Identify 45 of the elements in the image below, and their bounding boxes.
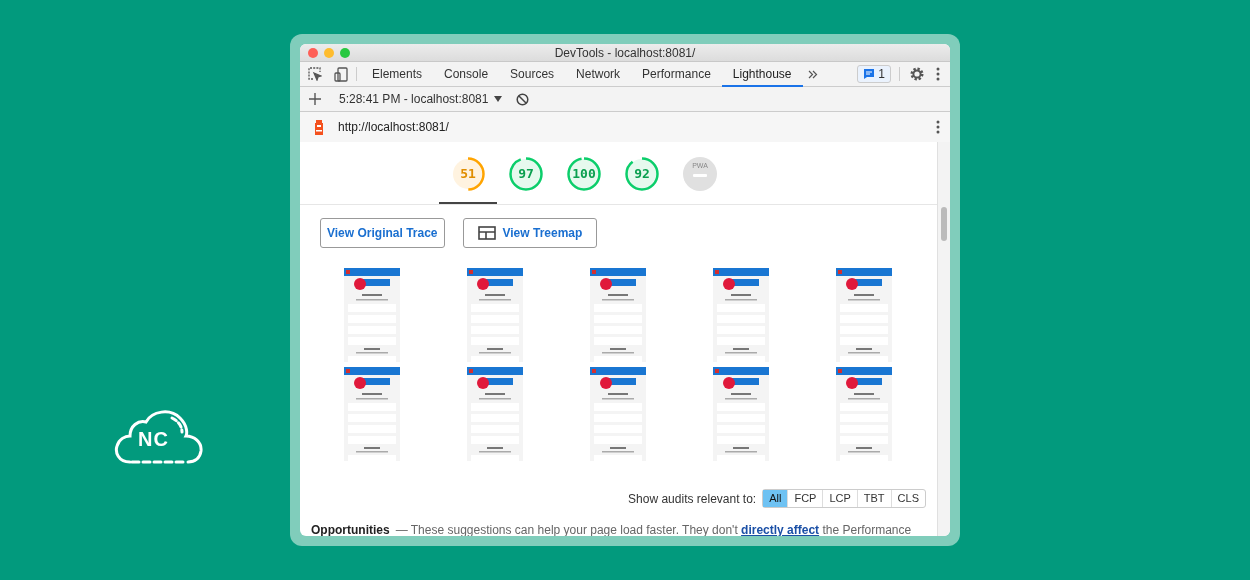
score-value: 92 — [633, 166, 651, 182]
filter-label: Show audits relevant to: — [628, 491, 757, 506]
close-icon[interactable] — [308, 48, 318, 58]
help-link[interactable]: directly affect — [741, 523, 820, 536]
score-gauge[interactable] — [509, 157, 543, 191]
message-icon — [863, 68, 876, 80]
score-value: 97 — [517, 166, 535, 182]
view-treemap-button[interactable]: View Treemap — [462, 218, 598, 248]
panel-tab[interactable]: Sources — [499, 62, 566, 87]
device-icon[interactable] — [334, 66, 348, 82]
panel-tab[interactable]: Network — [565, 62, 632, 87]
filter-chip[interactable]: FCP — [787, 490, 823, 507]
filter-chip[interactable]: LCP — [822, 490, 857, 507]
settings-icon[interactable] — [910, 67, 924, 81]
panel-tab[interactable]: Elements — [361, 62, 434, 87]
logo-text: NC — [138, 429, 169, 449]
issues-badge[interactable]: 1 — [857, 65, 891, 83]
maximize-icon[interactable] — [340, 48, 350, 58]
filter-chip[interactable]: TBT — [856, 490, 891, 507]
cloud-icon — [114, 408, 204, 466]
treemap-icon — [477, 226, 496, 240]
filter-chip[interactable]: All — [763, 490, 788, 507]
report-selector[interactable]: 5:28:41 PM - localhost:8081 — [339, 92, 503, 106]
lighthouse-icon — [313, 118, 325, 136]
pwa-gauge[interactable] — [682, 156, 718, 192]
section-description: — These suggestions can help your page load faster. They don't directly affect the Performance — [395, 523, 912, 536]
inspect-icon[interactable] — [308, 67, 322, 81]
report-url: http://localhost:8081/ — [338, 120, 449, 134]
panel-tab[interactable]: Console — [433, 62, 500, 87]
clear-icon[interactable] — [515, 92, 529, 106]
score-gauge[interactable] — [567, 157, 601, 191]
score-value: 100 — [571, 166, 597, 182]
score-gauge[interactable] — [625, 157, 659, 191]
score-value: 51 — [459, 166, 477, 182]
scrollbar[interactable] — [937, 142, 950, 536]
window-title: DevTools - localhost:8081/ — [554, 45, 696, 60]
more-icon[interactable] — [936, 120, 940, 134]
caret-icon — [494, 96, 503, 102]
panel-tab[interactable]: Performance — [631, 62, 722, 87]
view-trace-button[interactable]: View Original Trace — [320, 218, 445, 248]
chevron-icon[interactable] — [807, 69, 818, 79]
add-icon[interactable] — [309, 93, 321, 105]
filter-chip[interactable]: CLS — [890, 490, 925, 507]
section-title: Opportunities — [311, 523, 390, 536]
more-icon[interactable] — [936, 67, 940, 81]
